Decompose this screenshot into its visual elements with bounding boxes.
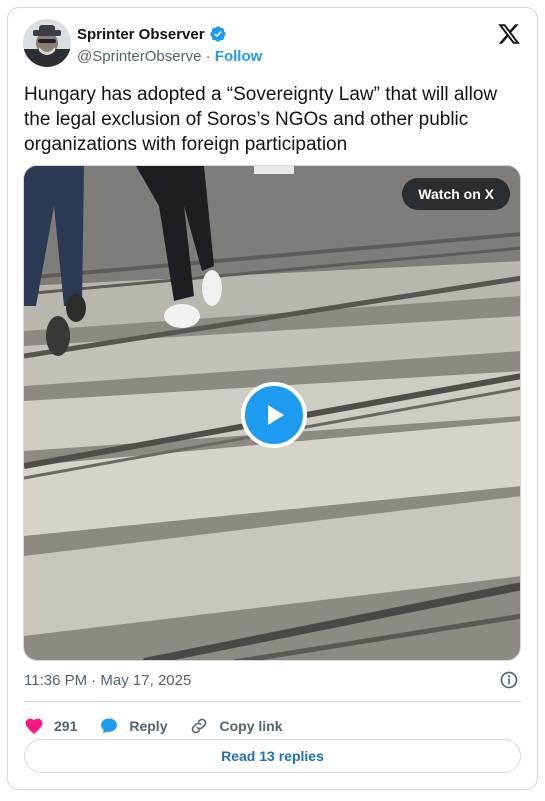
tweet-text: Hungary has adopted a “Sovereignty Law” … — [24, 84, 498, 155]
author-name[interactable]: Sprinter Observer — [77, 25, 227, 43]
separator: · — [205, 48, 211, 65]
tweet-card: Sprinter Observer @SprinterObserve · Fol… — [7, 7, 538, 790]
read-replies-button[interactable]: Read 13 replies — [24, 739, 521, 773]
action-bar: 291 Reply Copy link — [24, 711, 305, 741]
divider — [24, 701, 521, 702]
like-button[interactable]: 291 — [24, 716, 77, 736]
reply-bubble-icon — [101, 718, 118, 734]
author-handle[interactable]: @SprinterObserve — [77, 48, 201, 65]
watch-on-x-button[interactable]: Watch on X — [402, 178, 510, 210]
copy-link-button[interactable]: Copy link — [189, 716, 283, 736]
tweet-timestamp[interactable]: 11:36 PM · May 17, 2025 — [24, 672, 191, 689]
verified-badge-icon — [209, 26, 226, 42]
link-icon — [192, 718, 207, 734]
author-name-text[interactable]: Sprinter Observer — [77, 26, 205, 43]
play-icon — [268, 405, 284, 425]
follow-button[interactable]: Follow — [215, 48, 263, 65]
info-icon[interactable] — [499, 670, 519, 690]
x-logo-icon[interactable] — [497, 22, 521, 46]
video-player[interactable]: Watch on X — [23, 165, 521, 661]
avatar[interactable] — [23, 19, 71, 67]
play-button[interactable] — [241, 382, 307, 448]
like-count: 291 — [54, 718, 78, 734]
heart-icon — [25, 718, 43, 734]
reply-label: Reply — [129, 718, 168, 734]
handle-line: @SprinterObserve · Follow — [77, 48, 262, 65]
reply-button[interactable]: Reply — [99, 716, 167, 736]
copy-link-label: Copy link — [219, 718, 283, 734]
